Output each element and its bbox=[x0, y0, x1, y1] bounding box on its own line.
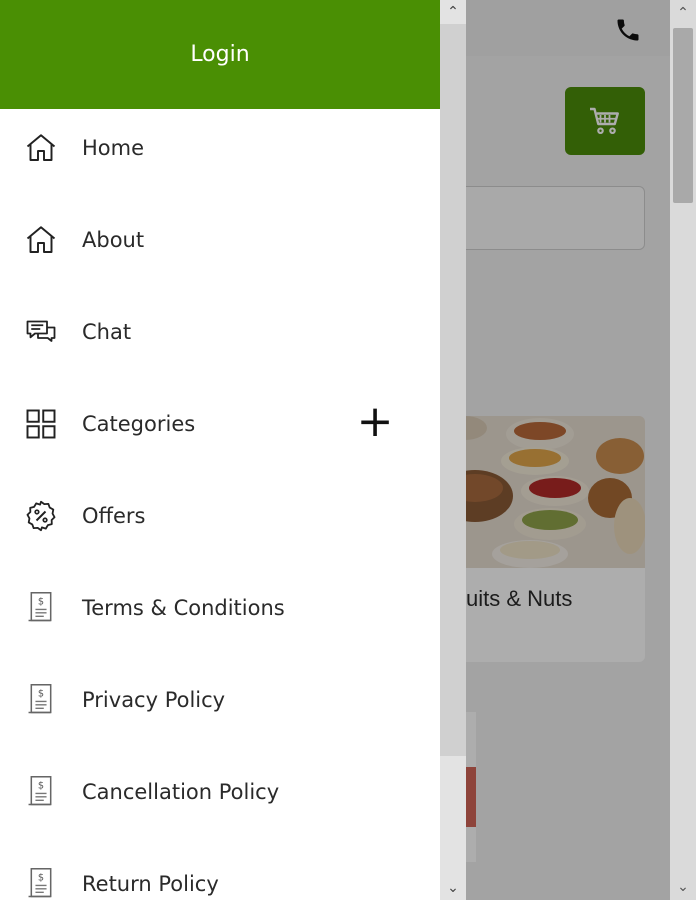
home-icon bbox=[22, 221, 60, 259]
svg-text:$: $ bbox=[38, 597, 44, 608]
scroll-up-arrow[interactable]: ⌃ bbox=[670, 0, 696, 26]
document-icon: $ bbox=[22, 773, 60, 811]
menu-item-label: Categories bbox=[82, 412, 196, 436]
menu-item-label: Offers bbox=[82, 504, 146, 528]
svg-text:$: $ bbox=[38, 781, 44, 792]
login-button[interactable]: Login bbox=[0, 0, 440, 109]
grid-icon bbox=[22, 405, 60, 443]
menu-item-chat[interactable]: Chat bbox=[0, 286, 440, 378]
scroll-down-arrow[interactable]: ⌄ bbox=[670, 874, 696, 900]
drawer-scrollbar[interactable]: ⌃ ⌄ bbox=[440, 0, 466, 900]
expand-plus-icon[interactable]: + bbox=[355, 400, 395, 444]
menu-item-label: Privacy Policy bbox=[82, 688, 226, 712]
menu-item-privacy-policy[interactable]: $ Privacy Policy bbox=[0, 654, 440, 746]
menu-item-about[interactable]: About bbox=[0, 194, 440, 286]
menu-item-label: Home bbox=[82, 136, 145, 160]
document-icon: $ bbox=[22, 681, 60, 719]
page-scroll-thumb[interactable] bbox=[673, 28, 693, 203]
menu-item-home[interactable]: Home bbox=[0, 102, 440, 194]
scroll-up-arrow[interactable]: ⌃ bbox=[440, 0, 466, 24]
menu-item-label: Terms & Conditions bbox=[82, 596, 285, 620]
menu-item-terms[interactable]: $ Terms & Conditions bbox=[0, 562, 440, 654]
drawer-scroll-thumb[interactable] bbox=[440, 24, 466, 756]
page-scrollbar[interactable]: ⌃ ⌄ bbox=[670, 0, 696, 900]
login-label: Login bbox=[190, 42, 250, 67]
menu-item-label: Cancellation Policy bbox=[82, 780, 280, 804]
document-icon: $ bbox=[22, 865, 60, 900]
svg-text:$: $ bbox=[38, 873, 44, 884]
menu-item-label: Chat bbox=[82, 320, 132, 344]
menu-item-offers[interactable]: Offers bbox=[0, 470, 440, 562]
home-icon bbox=[22, 129, 60, 167]
side-drawer: Login Home About Chat Categories + Offer… bbox=[0, 0, 440, 900]
menu-item-cancellation-policy[interactable]: $ Cancellation Policy bbox=[0, 746, 440, 838]
menu-item-label: About bbox=[82, 228, 145, 252]
chat-icon bbox=[22, 313, 60, 351]
scroll-down-arrow[interactable]: ⌄ bbox=[440, 876, 466, 900]
svg-text:$: $ bbox=[38, 689, 44, 700]
menu-item-label: Return Policy bbox=[82, 872, 219, 896]
document-icon: $ bbox=[22, 589, 60, 627]
percent-badge-icon bbox=[22, 497, 60, 535]
menu-item-return-policy[interactable]: $ Return Policy bbox=[0, 838, 440, 900]
menu-item-categories[interactable]: Categories + bbox=[0, 378, 440, 470]
